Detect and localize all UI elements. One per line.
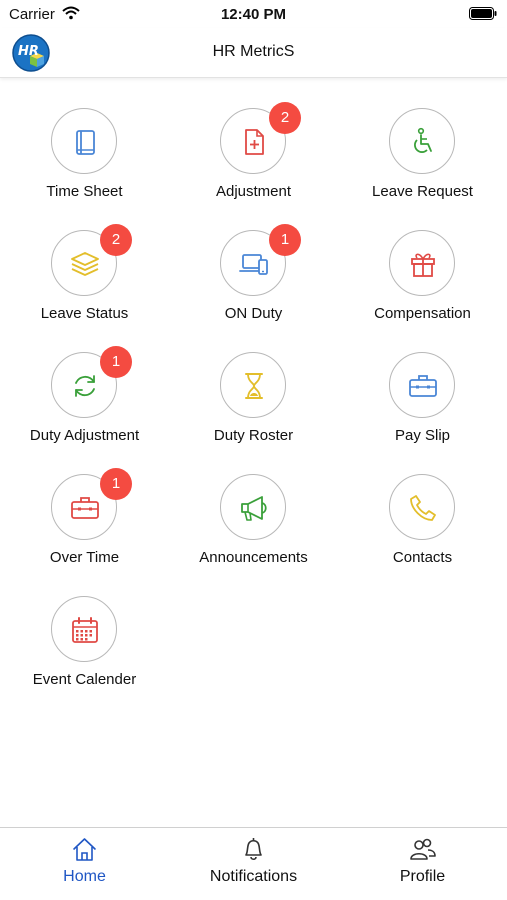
status-bar: Carrier 12:40 PM <box>0 0 507 28</box>
document-plus-icon <box>245 129 264 155</box>
menu-item-label: Announcements <box>199 549 308 566</box>
menu-item-on-duty[interactable]: 1 ON Duty <box>169 200 338 322</box>
menu-item-label: Over Time <box>49 549 120 566</box>
menu-item-label: Pay Slip <box>394 427 451 444</box>
menu-item-leave-status[interactable]: 2 Leave Status <box>0 200 169 322</box>
notification-badge: 2 <box>100 224 132 256</box>
menu-item-pay-slip[interactable]: Pay Slip <box>338 322 507 444</box>
gift-icon <box>411 253 435 277</box>
layers-icon <box>71 252 99 276</box>
notification-badge: 1 <box>100 468 132 500</box>
menu-item-label: Leave Request <box>372 183 473 200</box>
battery-icon <box>469 7 497 20</box>
menu-item-contacts[interactable]: Contacts <box>338 444 507 566</box>
menu-item-duty-roster[interactable]: Duty Roster <box>169 322 338 444</box>
menu-item-adjustment[interactable]: 2 Adjustment <box>169 78 338 200</box>
menu-item-label: Event Calender <box>32 671 137 688</box>
status-time: 12:40 PM <box>220 6 287 23</box>
notification-badge: 2 <box>269 102 301 134</box>
book-icon <box>76 130 95 155</box>
notification-badge: 1 <box>269 224 301 256</box>
menu-item-leave-request[interactable]: Leave Request <box>338 78 507 200</box>
tab-home[interactable]: Home <box>0 828 169 900</box>
bell-icon <box>245 838 262 861</box>
briefcase-icon <box>409 375 437 397</box>
tab-bar: Home Notifications Profile <box>0 827 507 900</box>
refresh-icon <box>75 375 95 397</box>
briefcase-icon <box>71 497 99 519</box>
menu-item-label: Duty Adjustment <box>29 427 140 444</box>
tab-label: Home <box>63 868 106 885</box>
notification-badge: 1 <box>100 346 132 378</box>
menu-item-label: Duty Roster <box>213 427 294 444</box>
menu-item-announcements[interactable]: Announcements <box>169 444 338 566</box>
menu-item-compensation[interactable]: Compensation <box>338 200 507 322</box>
menu-item-label: Compensation <box>374 305 471 322</box>
menu-item-label: Contacts <box>392 549 453 566</box>
hourglass-icon <box>245 373 263 399</box>
tab-label: Profile <box>399 868 446 885</box>
menu-item-label: Leave Status <box>40 305 129 322</box>
menu-item-label: Adjustment <box>215 183 292 200</box>
wheelchair-icon <box>414 127 432 153</box>
menu-item-label: Time Sheet <box>46 183 123 200</box>
calendar-icon <box>72 617 98 643</box>
phone-icon <box>410 495 436 521</box>
tab-profile[interactable]: Profile <box>338 828 507 900</box>
menu-item-time-sheet[interactable]: Time Sheet <box>0 78 169 200</box>
megaphone-icon <box>241 496 267 521</box>
laptop-phone-icon <box>239 254 268 275</box>
people-icon <box>410 838 436 860</box>
menu-item-event-calender[interactable]: Event Calender <box>0 566 169 688</box>
tab-label: Notifications <box>209 868 298 885</box>
menu-item-over-time[interactable]: 1 Over Time <box>0 444 169 566</box>
page-title: HR MetricS <box>212 43 295 60</box>
menu-item-label: ON Duty <box>224 305 283 322</box>
home-icon <box>73 838 96 861</box>
menu-item-duty-adjustment[interactable]: 1 Duty Adjustment <box>0 322 169 444</box>
tab-notifications[interactable]: Notifications <box>169 828 338 900</box>
nav-bar: HR HR MetricS <box>0 28 507 78</box>
